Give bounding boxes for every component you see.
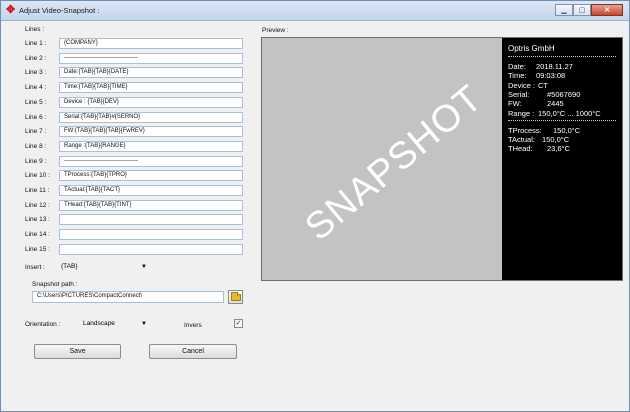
app-icon: ✥ bbox=[6, 4, 16, 16]
overlay-separator bbox=[508, 120, 616, 121]
overlay-company: Optris GmbH bbox=[508, 44, 555, 53]
line-input[interactable]: Date:{TAB}{TAB}{DATE} bbox=[59, 67, 243, 78]
line-label: Line 11 : bbox=[25, 187, 50, 194]
line-label: Line 13 : bbox=[25, 216, 50, 223]
line-input[interactable]: Time:{TAB}{TAB}{TIME} bbox=[59, 82, 243, 93]
insert-label: Insert : bbox=[25, 264, 45, 271]
preview-overlay-panel: Optris GmbH Date: 2018.11.27 Time: 09:03:08… bbox=[502, 38, 622, 280]
line-label: Line 3 : bbox=[25, 69, 47, 76]
line-label: Line 10 : bbox=[25, 172, 50, 179]
line-input[interactable]: ------------------------------------- bbox=[59, 53, 243, 64]
maximize-button[interactable]: ▢ bbox=[573, 4, 591, 16]
window-controls: ▁ ▢ ✕ bbox=[555, 4, 623, 17]
line-label: Line 9 : bbox=[25, 158, 47, 165]
overlay-key: Serial: bbox=[508, 89, 530, 99]
line-label: Line 14 : bbox=[25, 231, 50, 238]
line-label: Line 15 : bbox=[25, 246, 50, 253]
overlay-value: 150,0°C bbox=[542, 135, 570, 144]
snapshot-watermark: SNAPSHOT bbox=[297, 77, 491, 249]
line-input[interactable] bbox=[59, 214, 243, 225]
overlay-value: 2445 bbox=[547, 99, 564, 109]
line-input[interactable]: TProcess:{TAB}{TPRO} bbox=[59, 170, 243, 181]
orientation-dropdown[interactable]: Landscape ▼ bbox=[83, 318, 149, 330]
overlay-value: 150,0°C ... 1000°C bbox=[538, 108, 601, 118]
insert-dropdown[interactable]: {TAB} ▼ bbox=[61, 261, 149, 273]
line-input[interactable]: TActual:{TAB}{TACT} bbox=[59, 185, 243, 196]
overlay-value: 150,0°C bbox=[553, 126, 581, 135]
line-input[interactable]: FW:{TAB}{TAB}{TAB}{FwREV} bbox=[59, 126, 243, 137]
minimize-button[interactable]: ▁ bbox=[555, 4, 573, 16]
overlay-value: 23,6°C bbox=[547, 144, 571, 153]
line-label: Line 12 : bbox=[25, 202, 50, 209]
overlay-key: FW: bbox=[508, 99, 522, 109]
line-input[interactable]: THead:{TAB}{TAB}{TINT} bbox=[59, 200, 243, 211]
snapshot-path-field[interactable]: C:\Users\PICTURES\CompactConnect\ bbox=[32, 291, 224, 303]
cancel-button[interactable]: Cancel bbox=[149, 344, 237, 359]
close-button[interactable]: ✕ bbox=[591, 4, 623, 16]
line-input[interactable]: ------------------------------------- bbox=[59, 156, 243, 167]
overlay-key: TActual: bbox=[508, 135, 535, 144]
overlay-value: 09:03:08 bbox=[536, 71, 566, 81]
chevron-down-icon: ▼ bbox=[141, 264, 147, 270]
line-label: Line 5 : bbox=[25, 99, 47, 106]
adjust-video-snapshot-window: ✥ Adjust Video-Snapshot : ▁ ▢ ✕ Lines : … bbox=[0, 0, 630, 412]
line-input[interactable]: Device : {TAB}{DEV} bbox=[59, 97, 243, 108]
chevron-down-icon: ▼ bbox=[141, 321, 147, 327]
invers-label: Invers bbox=[184, 322, 202, 329]
line-input[interactable] bbox=[59, 244, 243, 255]
preview-pane: SNAPSHOT Optris GmbH Date: 2018.11.27 Time… bbox=[261, 37, 623, 281]
window-title: Adjust Video-Snapshot : bbox=[19, 6, 100, 15]
line-label: Line 1 : bbox=[25, 40, 47, 47]
overlay-key: TProcess: bbox=[508, 126, 542, 135]
minimize-icon: ▁ bbox=[561, 7, 567, 14]
line-input[interactable] bbox=[59, 229, 243, 240]
orientation-label: Orientation : bbox=[25, 321, 61, 328]
overlay-key: THead: bbox=[508, 144, 533, 153]
line-input[interactable]: {COMPANY} bbox=[59, 38, 243, 49]
overlay-key: Device : bbox=[508, 80, 536, 90]
close-icon: ✕ bbox=[604, 7, 610, 14]
title-bar[interactable]: ✥ Adjust Video-Snapshot : ▁ ▢ ✕ bbox=[1, 1, 629, 21]
overlay-key: Time: bbox=[508, 71, 527, 81]
line-input[interactable]: Range :{TAB}{RANGE} bbox=[59, 141, 243, 152]
insert-value: {TAB} bbox=[61, 263, 78, 270]
preview-image-area: SNAPSHOT bbox=[262, 38, 502, 280]
lines-heading: Lines : bbox=[25, 26, 45, 33]
orientation-value: Landscape bbox=[83, 320, 115, 327]
overlay-key: Range : bbox=[508, 108, 535, 118]
save-button[interactable]: Save bbox=[34, 344, 121, 359]
line-label: Line 6 : bbox=[25, 114, 47, 121]
overlay-value: #5067690 bbox=[547, 89, 581, 99]
line-label: Line 7 : bbox=[25, 128, 47, 135]
line-label: Line 2 : bbox=[25, 55, 47, 62]
browse-folder-button[interactable] bbox=[228, 290, 243, 304]
folder-icon bbox=[231, 292, 241, 301]
overlay-value: CT bbox=[538, 80, 548, 90]
maximize-icon: ▢ bbox=[578, 7, 586, 14]
line-input[interactable]: Serial:{TAB}{TAB}#{SERNO} bbox=[59, 112, 243, 123]
overlay-separator bbox=[508, 56, 616, 57]
line-label: Line 8 : bbox=[25, 143, 47, 150]
overlay-value: 2018.11.27 bbox=[536, 62, 573, 71]
snapshot-path-label: Snapshot path : bbox=[32, 281, 78, 288]
line-label: Line 4 : bbox=[25, 84, 47, 91]
overlay-key: Date: bbox=[508, 62, 526, 71]
preview-heading: Preview : bbox=[262, 27, 289, 34]
invers-checkbox[interactable]: ✓ bbox=[234, 319, 243, 328]
